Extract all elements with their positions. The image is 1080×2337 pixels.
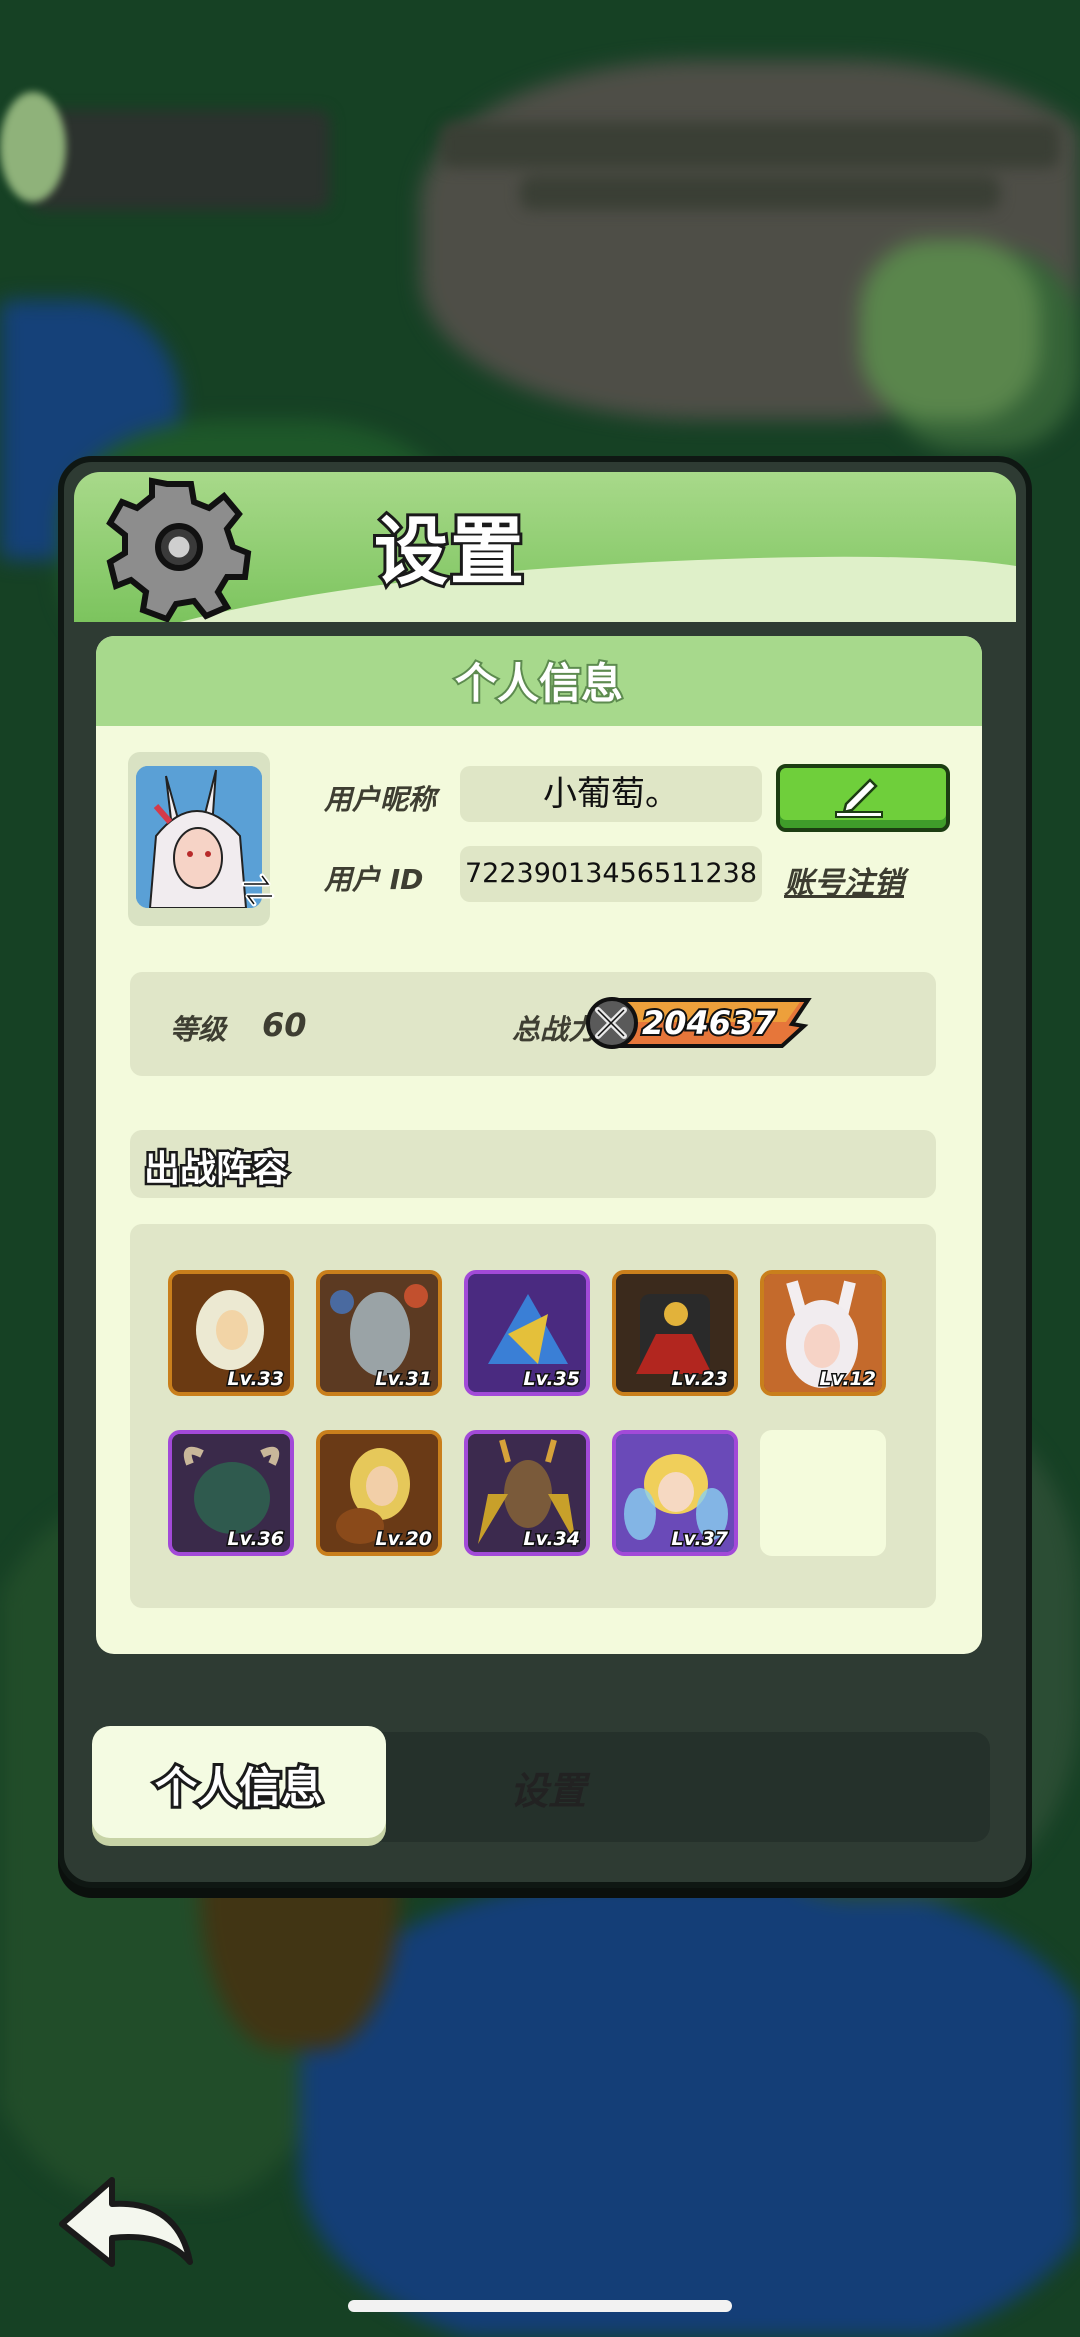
level-label: 等级: [170, 1013, 227, 1046]
hero-slot-empty[interactable]: [760, 1430, 886, 1556]
dialog-header: 设置: [74, 472, 1016, 622]
home-indicator[interactable]: [348, 2300, 732, 2312]
tab-profile[interactable]: 个人信息: [92, 1726, 386, 1838]
nickname-field: 小葡萄。: [460, 766, 762, 822]
power-value: 204637: [640, 1002, 778, 1044]
user-id-field: 7223901345651123​8: [460, 846, 762, 902]
tab-profile-label: 个人信息: [152, 1760, 326, 1815]
edit-nickname-button[interactable]: [776, 764, 950, 832]
hero-level: Lv.23: [670, 1367, 730, 1392]
power-label: 总战力: [512, 1013, 597, 1046]
hero-slot[interactable]: Lv.37: [612, 1430, 738, 1556]
profile-section-title: 个人信息: [453, 657, 625, 710]
hero-slot[interactable]: Lv.23: [612, 1270, 738, 1396]
user-id-label: 用户 ID: [324, 863, 424, 896]
edit-pencil-icon: [835, 778, 883, 818]
game-hud-blurred: [0, 110, 1080, 220]
hero-level: Lv.35: [522, 1367, 582, 1392]
hero-slot[interactable]: Lv.34: [464, 1430, 590, 1556]
dialog-title: 设置: [371, 506, 527, 598]
avatar-frame[interactable]: [128, 752, 275, 926]
hero-level: Lv.12: [818, 1367, 878, 1392]
stats-bar: 等级 60 总战力 204637: [130, 972, 936, 1076]
lineup-grid: Lv.33 Lv.31 Lv.35 Lv.23 Lv.12 Lv.36 Lv.2…: [130, 1224, 936, 1608]
gear-icon: [106, 477, 252, 622]
back-arrow-icon[interactable]: [54, 2166, 204, 2276]
hero-level: Lv.33: [226, 1367, 286, 1392]
lineup-header: 出战阵容: [130, 1130, 936, 1198]
hero-level: Lv.34: [522, 1527, 582, 1552]
lineup-title: 出战阵容: [141, 1147, 290, 1193]
tab-settings[interactable]: 设置: [510, 1760, 586, 1815]
hero-slot[interactable]: Lv.33: [168, 1270, 294, 1396]
hero-level: Lv.31: [374, 1367, 434, 1392]
swap-arrow-icon[interactable]: [240, 870, 276, 910]
hero-level: Lv.20: [374, 1527, 434, 1552]
hero-slot[interactable]: Lv.36: [168, 1430, 294, 1556]
hero-slot[interactable]: Lv.31: [316, 1270, 442, 1396]
nickname-label: 用户昵称: [324, 783, 437, 816]
hero-level: Lv.37: [670, 1527, 730, 1552]
hero-level: Lv.36: [226, 1527, 286, 1552]
account-delete-link[interactable]: 账号注销: [784, 858, 904, 902]
hero-slot[interactable]: Lv.35: [464, 1270, 590, 1396]
level-value: 60: [262, 1006, 307, 1044]
hero-slot[interactable]: Lv.12: [760, 1270, 886, 1396]
profile-card-header: 个人信息: [96, 636, 982, 726]
hero-slot[interactable]: Lv.20: [316, 1430, 442, 1556]
profile-card: 个人信息 用户昵称 小葡萄。 用户 ID 722390134: [96, 636, 982, 1654]
hud-portrait-blurred: [0, 92, 66, 202]
power-badge: 204637: [586, 996, 816, 1050]
